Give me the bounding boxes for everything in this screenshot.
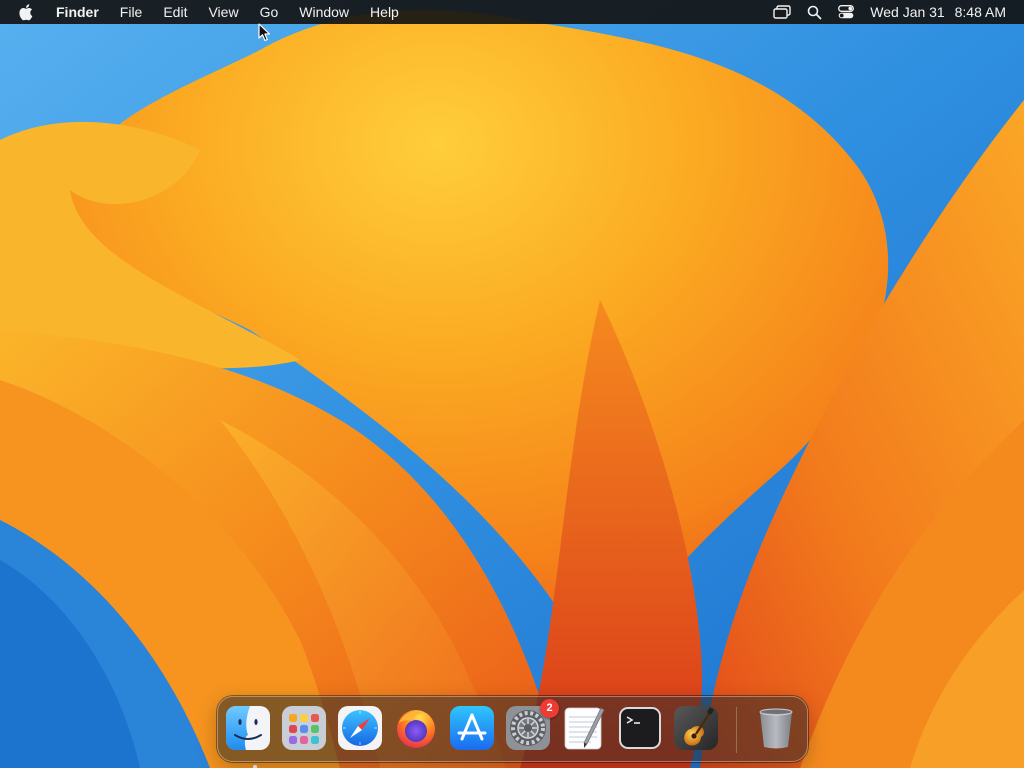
- spotlight-search-icon[interactable]: [807, 0, 822, 24]
- clock-time: 8:48 AM: [954, 4, 1006, 20]
- terminal-icon: [619, 707, 661, 749]
- screen-mirroring-icon[interactable]: [773, 0, 791, 24]
- menu-view[interactable]: View: [208, 0, 238, 24]
- menu-edit[interactable]: Edit: [163, 0, 187, 24]
- dock-separator: [736, 707, 737, 753]
- dock-app-textedit[interactable]: [561, 705, 607, 751]
- dock-app-safari[interactable]: [337, 705, 383, 751]
- dock-app-terminal[interactable]: [617, 705, 663, 751]
- launchpad-icon: [282, 706, 326, 750]
- apple-logo-icon[interactable]: [18, 3, 34, 21]
- desktop-wallpaper: [0, 0, 1024, 768]
- safari-icon: [338, 706, 382, 750]
- textedit-icon: [564, 707, 605, 750]
- menu-bar-clock[interactable]: Wed Jan 31 8:48 AM: [870, 4, 1006, 20]
- menu-bar: Finder File Edit View Go Window Help Wed…: [0, 0, 1024, 24]
- clock-date: Wed Jan 31: [870, 4, 945, 20]
- dock-app-system-settings[interactable]: 2: [505, 699, 559, 751]
- app-store-icon: [450, 706, 494, 750]
- dock-app-finder[interactable]: [225, 705, 271, 768]
- finder-icon: [226, 706, 270, 750]
- menu-app-finder[interactable]: Finder: [56, 0, 99, 24]
- dock-trash[interactable]: [753, 705, 799, 751]
- menu-file[interactable]: File: [120, 0, 143, 24]
- menu-bar-left: Finder File Edit View Go Window Help: [0, 0, 420, 24]
- notification-badge: 2: [540, 699, 559, 718]
- dock: 2: [217, 696, 808, 768]
- trash-icon: [759, 708, 793, 749]
- firefox-icon: [397, 710, 435, 748]
- dock-app-launchpad[interactable]: [281, 705, 327, 751]
- dock-app-garageband[interactable]: [673, 705, 719, 751]
- mouse-pointer-icon: [258, 23, 271, 42]
- menu-window[interactable]: Window: [299, 0, 349, 24]
- menu-go[interactable]: Go: [260, 0, 279, 24]
- control-center-icon[interactable]: [838, 0, 855, 24]
- menu-help[interactable]: Help: [370, 0, 399, 24]
- garageband-icon: [674, 706, 718, 750]
- menu-bar-status-area: Wed Jan 31 8:48 AM: [757, 0, 1024, 24]
- dock-app-firefox[interactable]: [393, 705, 439, 751]
- dock-app-app-store[interactable]: [449, 705, 495, 751]
